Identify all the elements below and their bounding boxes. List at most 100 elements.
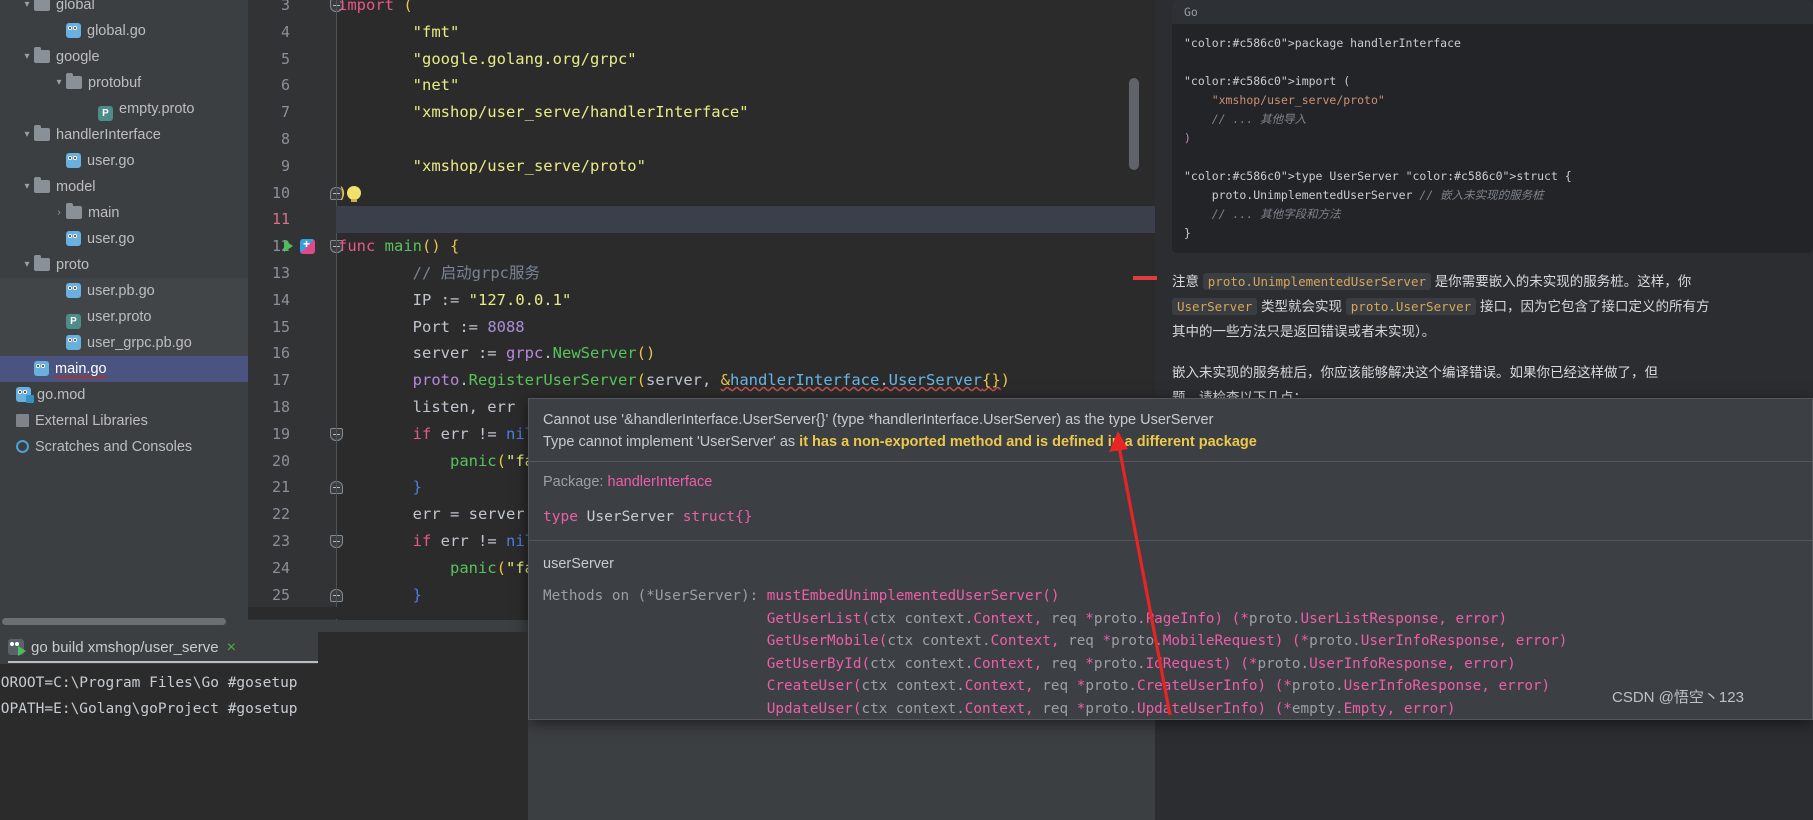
error-tooltip-popup[interactable]: Cannot use '&handlerInterface.UserServer… (528, 398, 1813, 720)
code-line-24[interactable]: panic("fail (338, 555, 553, 582)
run-main-icon[interactable] (284, 240, 293, 253)
code-line-20[interactable]: panic("fail (338, 448, 553, 475)
line-number-10[interactable]: 10 (256, 184, 290, 202)
code-line-3[interactable]: import ( (338, 0, 413, 19)
tree-item-external-libraries[interactable]: External Libraries (0, 408, 248, 434)
line-number-11[interactable]: 11 (256, 210, 290, 228)
tree-item-protobuf[interactable]: ▾ protobuf (0, 70, 248, 96)
twisty-icon[interactable]: ▾ (20, 0, 34, 18)
tree-item-user-go[interactable]: user.go (0, 226, 248, 252)
twisty-icon[interactable]: ▾ (20, 44, 34, 70)
folder-icon (34, 0, 50, 11)
tree-item-model[interactable]: ▾ model (0, 174, 248, 200)
tree-item-global[interactable]: ▾ global (0, 0, 248, 18)
line-number-21[interactable]: 21 (256, 478, 290, 496)
line-number-16[interactable]: 16 (256, 344, 290, 362)
code-line-12[interactable]: func main() { (338, 233, 459, 260)
project-tree-panel[interactable]: ▾ global global.go ▾ google ▾ protobuf Pempty.p… (0, 0, 248, 624)
twisty-icon[interactable]: ▾ (20, 252, 34, 278)
code-line-6[interactable]: "net" (338, 72, 460, 99)
code-line-17[interactable]: proto.RegisterUserServer(server, &handle… (338, 367, 1010, 394)
tree-item-proto[interactable]: ▾ proto (0, 252, 248, 278)
tree-item-scratches-and-consoles[interactable]: Scratches and Consoles (0, 434, 248, 460)
console-tab-go-build[interactable]: go build xmshop/user_serve × (8, 632, 318, 663)
code-line-4[interactable]: "fmt" (338, 19, 460, 46)
line-number-6[interactable]: 6 (256, 76, 290, 94)
proto-file-icon: P (66, 314, 81, 329)
tree-item-main-go[interactable]: main.go (0, 356, 248, 382)
tree-item-label: user.go (87, 153, 135, 169)
tree-item-global-go[interactable]: global.go (0, 18, 248, 44)
tooltip-error-line2-bold: it has a non-exported method and is defi… (799, 434, 1257, 450)
code-line-22[interactable]: err = server.Se (338, 501, 553, 528)
line-number-15[interactable]: 15 (256, 318, 290, 336)
ai-code-line (1184, 53, 1801, 72)
line-number-3[interactable]: 3 (256, 0, 290, 14)
go-file-icon (66, 283, 81, 298)
tooltip-error-line-1: Cannot use '&handlerInterface.UserServer… (543, 412, 1214, 428)
line-number-24[interactable]: 24 (256, 559, 290, 577)
code-line-14[interactable]: IP := "127.0.0.1" (338, 287, 572, 314)
tooltip-type-name: UserServer (586, 509, 674, 525)
code-line-5[interactable]: "google.golang.org/grpc" (338, 46, 637, 73)
code-line-7[interactable]: "xmshop/user_serve/handlerInterface" (338, 99, 749, 126)
code-line-15[interactable]: Port := 8088 (338, 314, 525, 341)
ai-panel-scrollbar-thumb[interactable] (1129, 78, 1139, 170)
line-number-9[interactable]: 9 (256, 157, 290, 175)
tree-item-user-pb-go[interactable]: user.pb.go (0, 278, 248, 304)
line-number-19[interactable]: 19 (256, 425, 290, 443)
code-line-18[interactable]: listen, err := (338, 394, 553, 421)
line-number-18[interactable]: 18 (256, 398, 290, 416)
twisty-icon[interactable]: ▾ (20, 174, 34, 200)
twisty-icon[interactable]: ▾ (52, 70, 66, 96)
line-number-14[interactable]: 14 (256, 291, 290, 309)
twisty-icon[interactable]: ▾ (20, 122, 34, 148)
code-line-19[interactable]: if err != nil { (338, 421, 553, 448)
editor-gutter[interactable]: 345678910111213141516171819202122232425 (248, 0, 343, 620)
line-number-23[interactable]: 23 (256, 532, 290, 550)
line-number-4[interactable]: 4 (256, 23, 290, 41)
tooltip-method-row: CreateUser(ctx context.Context, req *pro… (543, 678, 1551, 694)
tooltip-type-keyword: type (543, 509, 578, 525)
tooltip-method-row: GetUserList(ctx context.Context, req *pr… (543, 610, 1508, 627)
line-number-8[interactable]: 8 (256, 130, 290, 148)
ai-code-line: "color:#c586c0">import ( (1184, 74, 1351, 88)
tree-item-user-proto[interactable]: Puser.proto (0, 304, 248, 330)
ai-code-line (1184, 148, 1801, 167)
ai-code-language-label: Go (1172, 0, 1813, 24)
code-line-9[interactable]: "xmshop/user_serve/proto" (338, 153, 646, 180)
line-number-5[interactable]: 5 (256, 50, 290, 68)
console-output[interactable]: GOROOT=C:\Program Files\Go #gosetup GOPAT… (0, 664, 520, 820)
tree-item-main[interactable]: › main (0, 200, 248, 226)
ai-code-line: // ... 其他字段和方法 (1211, 207, 1341, 221)
line-number-17[interactable]: 17 (256, 371, 290, 389)
ai-code-block: Go "color:#c586c0">package handlerInterf… (1172, 0, 1813, 253)
close-icon[interactable]: × (227, 639, 236, 656)
line-number-20[interactable]: 20 (256, 452, 290, 470)
tree-item-label: user.go (87, 231, 135, 247)
tree-item-user-grpc-pb-go[interactable]: user_grpc.pb.go (0, 330, 248, 356)
line-number-13[interactable]: 13 (256, 264, 290, 282)
tree-item-user-go[interactable]: user.go (0, 148, 248, 174)
console-tab-bar[interactable]: go build xmshop/user_serve × (0, 632, 318, 664)
debug-icon[interactable] (300, 237, 315, 255)
code-line-16[interactable]: server := grpc.NewServer() (338, 340, 656, 367)
code-line-21[interactable]: } (338, 474, 422, 501)
line-number-7[interactable]: 7 (256, 103, 290, 121)
code-line-23[interactable]: if err != nil { (338, 528, 553, 555)
tree-item-empty-proto[interactable]: Pempty.proto (0, 96, 248, 122)
tree-item-label: protobuf (88, 75, 142, 91)
sidebar-horizontal-scrollbar[interactable] (0, 616, 248, 626)
twisty-icon[interactable]: › (52, 200, 66, 226)
code-line-8[interactable] (338, 126, 413, 153)
scrollbar-thumb[interactable] (2, 618, 226, 625)
code-line-13[interactable]: // 启动grpc服务 (338, 260, 540, 287)
tree-item-label: go.mod (37, 387, 86, 403)
line-number-25[interactable]: 25 (256, 586, 290, 604)
scratches-icon (16, 440, 29, 453)
tree-item-handlerinterface[interactable]: ▾ handlerInterface (0, 122, 248, 148)
tree-item-go-mod[interactable]: go.mod (0, 382, 248, 408)
line-number-22[interactable]: 22 (256, 505, 290, 523)
tree-item-google[interactable]: ▾ google (0, 44, 248, 70)
run-console-panel[interactable]: go build xmshop/user_serve × GOROOT=C:\Pr… (0, 632, 528, 820)
